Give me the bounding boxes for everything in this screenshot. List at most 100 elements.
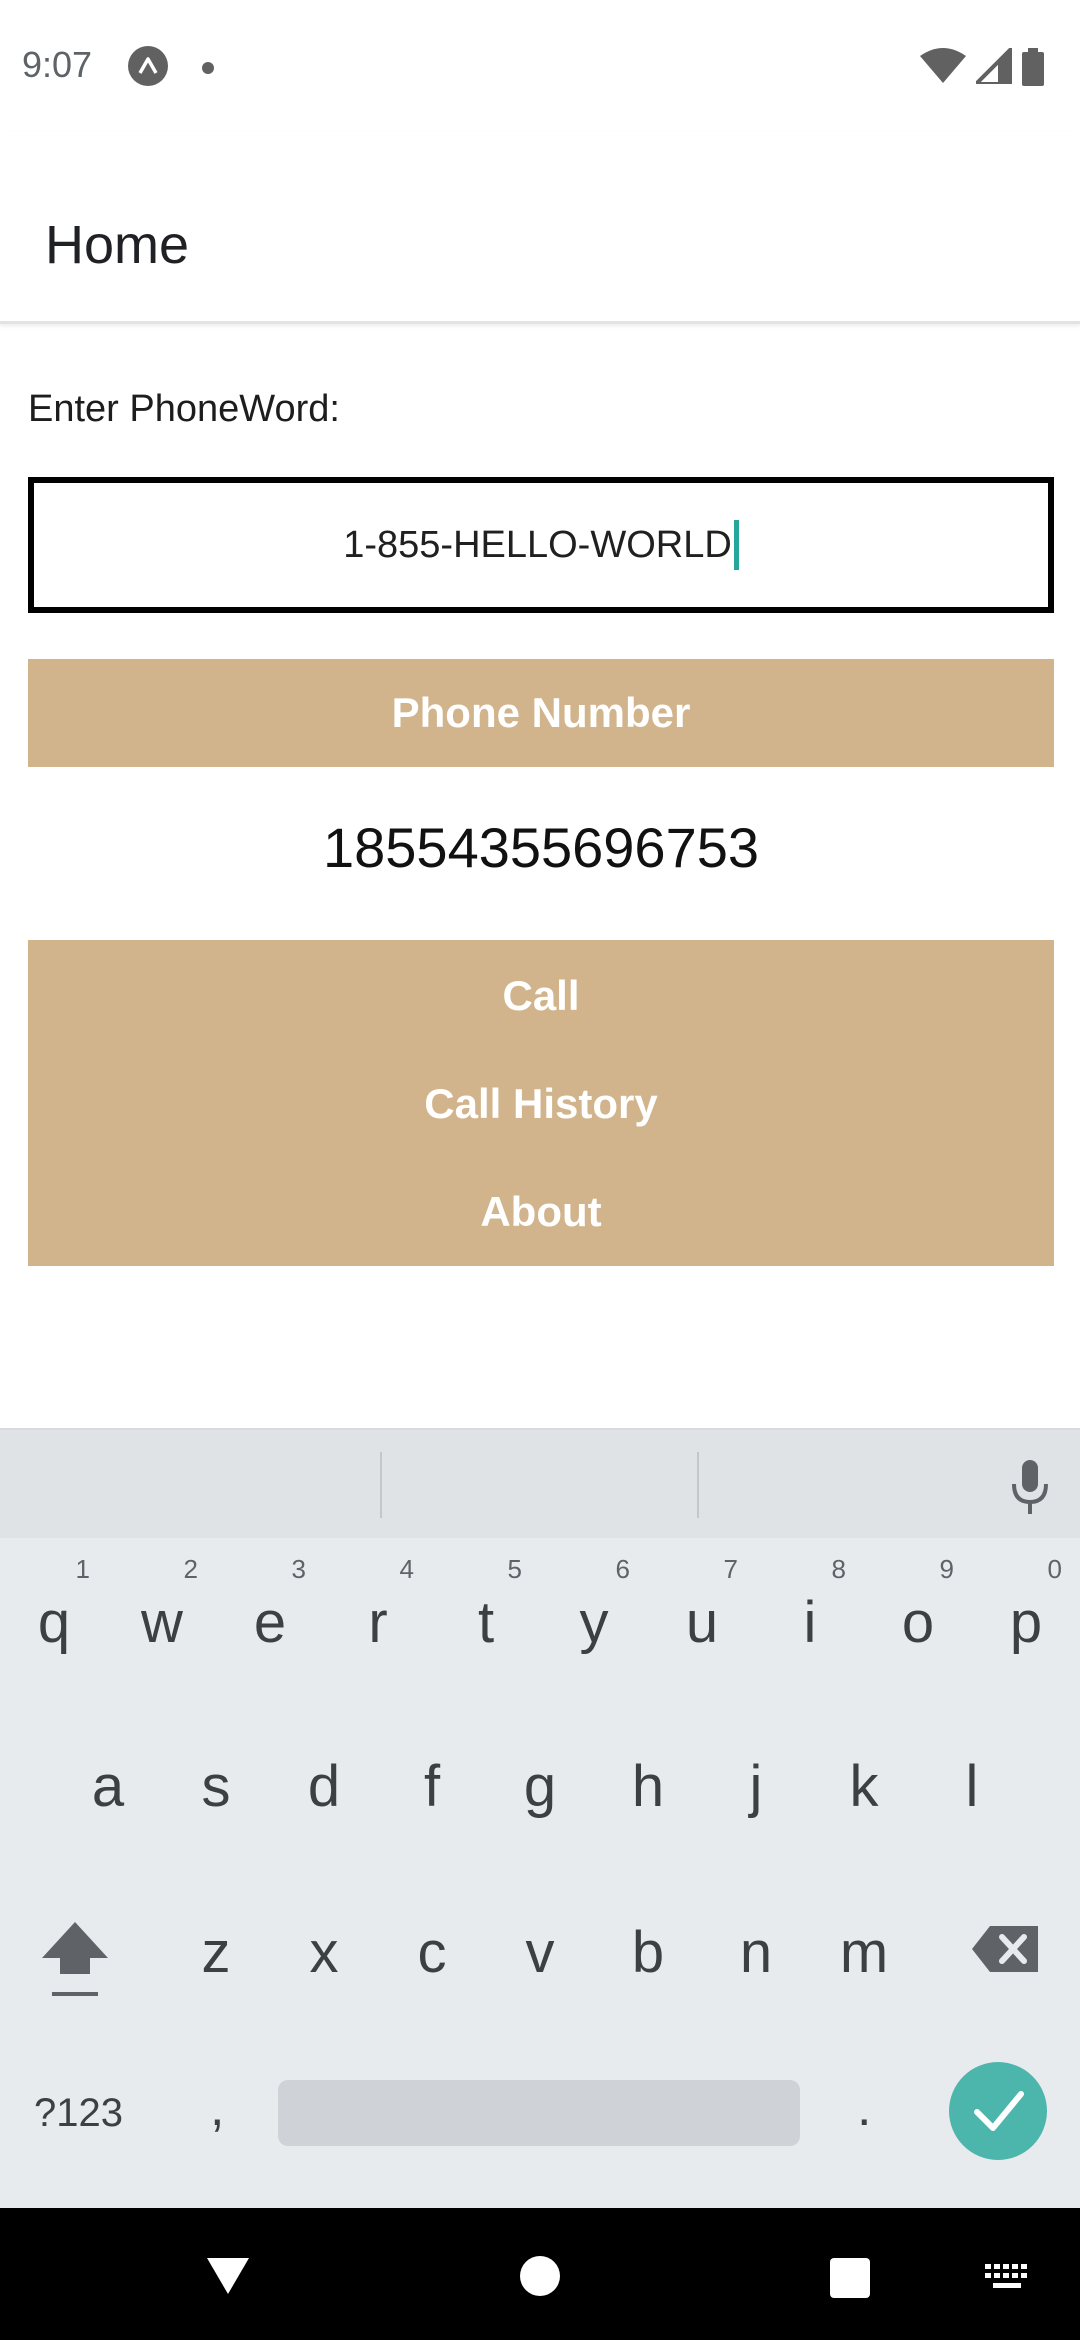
call-history-button[interactable]: Call History [28, 1050, 1054, 1158]
key-h[interactable]: h [598, 1708, 698, 1848]
key-number-hint: 7 [723, 1554, 738, 1584]
soft-keyboard: 1q2w3e4r5t6y7u8i9o0p asdfghjkl zxcvbnm ?… [0, 1428, 1080, 2208]
key-label: p [1009, 1590, 1043, 1655]
key-label: e [253, 1590, 287, 1655]
suggestion-strip [0, 1428, 1080, 1538]
space-bar[interactable] [278, 2080, 800, 2146]
key-q[interactable]: 1q [4, 1544, 104, 1684]
key-label: n [739, 1920, 773, 1985]
key-label: y [579, 1590, 609, 1655]
signal-icon [976, 48, 1012, 84]
key-f[interactable]: f [382, 1708, 482, 1848]
phone-number-button[interactable]: Phone Number [28, 659, 1054, 767]
key-number-hint: 8 [831, 1554, 846, 1584]
symbols-key[interactable]: ?123 [34, 2091, 123, 2136]
phoneword-value: 1-855-HELLO-WORLD [343, 523, 732, 566]
key-n[interactable]: n [706, 1874, 806, 2014]
checkmark-icon [974, 2091, 1024, 2131]
key-s[interactable]: s [166, 1708, 266, 1848]
key-e[interactable]: 3e [220, 1544, 320, 1684]
backspace-icon[interactable] [970, 1924, 1040, 1974]
text-cursor [733, 520, 739, 570]
key-label: l [965, 1754, 979, 1819]
key-label: d [307, 1754, 341, 1819]
wifi-icon [920, 48, 966, 83]
key-number-hint: 6 [615, 1554, 630, 1584]
key-d[interactable]: d [274, 1708, 374, 1848]
key-k[interactable]: k [814, 1708, 914, 1848]
key-c[interactable]: c [382, 1874, 482, 2014]
enter-key[interactable] [949, 2062, 1047, 2160]
home-icon[interactable] [520, 2256, 560, 2296]
app-notification-icon [128, 46, 168, 86]
screen: 9:07 Home Enter PhoneWord: 1-855-HELLO-W… [0, 0, 1080, 2340]
key-number-hint: 9 [939, 1554, 954, 1584]
key-label: a [91, 1754, 125, 1819]
key-label: t [477, 1590, 495, 1655]
key-m[interactable]: m [814, 1874, 914, 2014]
key-y[interactable]: 6y [544, 1544, 644, 1684]
back-icon[interactable] [205, 2256, 251, 2296]
key-r[interactable]: 4r [328, 1544, 428, 1684]
key-label: s [201, 1754, 231, 1819]
about-button[interactable]: About [28, 1158, 1054, 1266]
key-label: g [523, 1754, 557, 1819]
key-label: v [525, 1920, 555, 1985]
comma-key[interactable]: , [210, 2078, 224, 2138]
key-label: z [201, 1920, 231, 1985]
dot-icon [202, 62, 214, 74]
key-label: k [849, 1754, 879, 1819]
key-o[interactable]: 9o [868, 1544, 968, 1684]
key-label: f [423, 1754, 441, 1819]
suggestion-divider [697, 1452, 699, 1518]
key-label: h [631, 1754, 665, 1819]
key-label: m [839, 1920, 889, 1985]
navigation-bar [0, 2208, 1080, 2340]
suggestion-divider [380, 1452, 382, 1518]
call-button[interactable]: Call [28, 942, 1054, 1050]
microphone-icon[interactable] [1010, 1460, 1050, 1516]
key-l[interactable]: l [922, 1708, 1022, 1848]
key-label: u [685, 1590, 719, 1655]
key-number-hint: 0 [1047, 1554, 1062, 1584]
page-title: Home [45, 215, 190, 275]
translated-number: 18554355696753 [322, 816, 760, 879]
keyboard-switch-icon[interactable] [985, 2264, 1029, 2292]
key-a[interactable]: a [58, 1708, 158, 1848]
key-v[interactable]: v [490, 1874, 590, 2014]
action-button-group: Call Call History About [28, 940, 1054, 1266]
shift-key-icon[interactable] [40, 1918, 110, 2004]
phoneword-input[interactable]: 1-855-HELLO-WORLD [28, 477, 1054, 613]
key-number-hint: 1 [75, 1554, 90, 1584]
key-label: x [309, 1920, 339, 1985]
app-bar: Home [0, 132, 1080, 324]
key-u[interactable]: 7u [652, 1544, 752, 1684]
key-i[interactable]: 8i [760, 1544, 860, 1684]
key-label: b [631, 1920, 665, 1985]
status-bar: 9:07 [0, 0, 1080, 132]
status-time: 9:07 [22, 44, 93, 85]
key-t[interactable]: 5t [436, 1544, 536, 1684]
key-number-hint: 2 [183, 1554, 198, 1584]
key-z[interactable]: z [166, 1874, 266, 2014]
key-label: w [141, 1590, 183, 1655]
key-label: o [901, 1590, 935, 1655]
key-p[interactable]: 0p [976, 1544, 1076, 1684]
period-key[interactable]: . [857, 2078, 871, 2138]
key-j[interactable]: j [706, 1708, 806, 1848]
recents-icon[interactable] [830, 2258, 870, 2298]
key-label: c [417, 1920, 447, 1985]
phoneword-label: Enter PhoneWord: [28, 388, 340, 430]
key-w[interactable]: 2w [112, 1544, 212, 1684]
key-number-hint: 5 [507, 1554, 522, 1584]
key-number-hint: 3 [291, 1554, 306, 1584]
key-number-hint: 4 [399, 1554, 414, 1584]
key-label: i [803, 1590, 817, 1655]
key-label: j [749, 1754, 763, 1819]
key-label: q [37, 1590, 71, 1655]
key-b[interactable]: b [598, 1874, 698, 2014]
key-x[interactable]: x [274, 1874, 374, 2014]
key-g[interactable]: g [490, 1708, 590, 1848]
key-label: r [368, 1590, 388, 1655]
battery-icon [1022, 48, 1044, 86]
